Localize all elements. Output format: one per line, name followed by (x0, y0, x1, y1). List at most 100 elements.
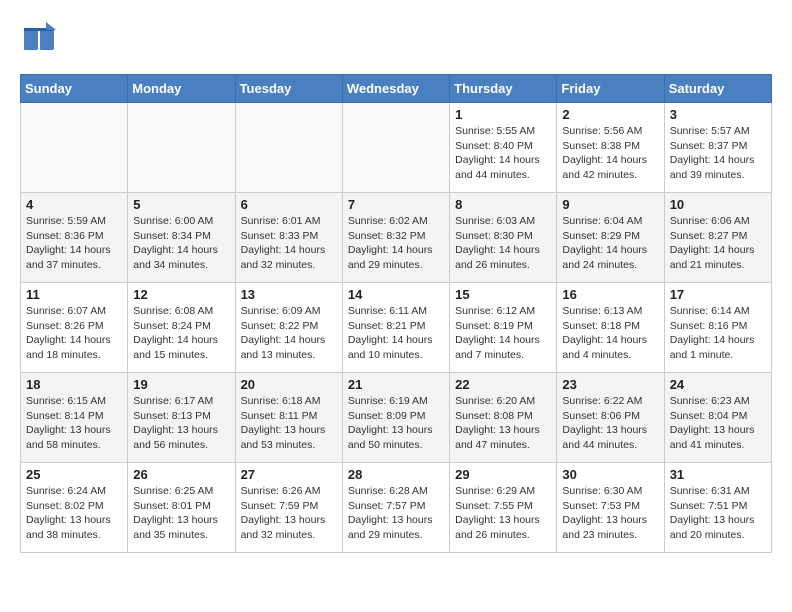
cell-content: Sunrise: 6:14 AM Sunset: 8:16 PM Dayligh… (670, 304, 766, 363)
cell-content: Sunrise: 6:28 AM Sunset: 7:57 PM Dayligh… (348, 484, 444, 543)
cell-content: Sunrise: 6:22 AM Sunset: 8:06 PM Dayligh… (562, 394, 658, 453)
day-number: 23 (562, 377, 658, 392)
day-number: 20 (241, 377, 337, 392)
calendar-week-0: 1Sunrise: 5:55 AM Sunset: 8:40 PM Daylig… (21, 103, 772, 193)
day-header-thursday: Thursday (450, 75, 557, 103)
calendar-cell (128, 103, 235, 193)
calendar-week-4: 25Sunrise: 6:24 AM Sunset: 8:02 PM Dayli… (21, 463, 772, 553)
calendar-cell: 21 Sunrise: 6:19 AM Sunset: 8:09 PM Dayli… (342, 373, 449, 463)
calendar-cell: 29 Sunrise: 6:29 AM Sunset: 7:55 PM Dayli… (450, 463, 557, 553)
calendar-cell: 30 Sunrise: 6:30 AM Sunset: 7:53 PM Dayli… (557, 463, 664, 553)
day-number: 24 (670, 377, 766, 392)
day-number: 5 (133, 197, 229, 212)
cell-content: Sunrise: 6:11 AM Sunset: 8:21 PM Dayligh… (348, 304, 444, 363)
day-number: 13 (241, 287, 337, 302)
calendar-cell: 13 Sunrise: 6:09 AM Sunset: 8:22 PM Dayli… (235, 283, 342, 373)
day-header-monday: Monday (128, 75, 235, 103)
calendar-cell: 20 Sunrise: 6:18 AM Sunset: 8:11 PM Dayli… (235, 373, 342, 463)
calendar-cell (21, 103, 128, 193)
day-number: 29 (455, 467, 551, 482)
cell-content: Sunrise: 6:29 AM Sunset: 7:55 PM Dayligh… (455, 484, 551, 543)
calendar-cell: 18 Sunrise: 6:15 AM Sunset: 8:14 PM Dayli… (21, 373, 128, 463)
day-header-tuesday: Tuesday (235, 75, 342, 103)
cell-content: Sunrise: 6:24 AM Sunset: 8:02 PM Dayligh… (26, 484, 122, 543)
calendar-cell: 17Sunrise: 6:14 AM Sunset: 8:16 PM Dayli… (664, 283, 771, 373)
day-number: 21 (348, 377, 444, 392)
calendar-cell: 27 Sunrise: 6:26 AM Sunset: 7:59 PM Dayli… (235, 463, 342, 553)
cell-content: Sunrise: 6:25 AM Sunset: 8:01 PM Dayligh… (133, 484, 229, 543)
day-number: 3 (670, 107, 766, 122)
day-number: 1 (455, 107, 551, 122)
calendar-cell: 8Sunrise: 6:03 AM Sunset: 8:30 PM Daylig… (450, 193, 557, 283)
day-number: 31 (670, 467, 766, 482)
day-number: 18 (26, 377, 122, 392)
calendar-cell: 11 Sunrise: 6:07 AM Sunset: 8:26 PM Dayli… (21, 283, 128, 373)
day-number: 22 (455, 377, 551, 392)
calendar-cell: 14 Sunrise: 6:11 AM Sunset: 8:21 PM Dayli… (342, 283, 449, 373)
day-number: 12 (133, 287, 229, 302)
day-number: 19 (133, 377, 229, 392)
calendar-cell: 6Sunrise: 6:01 AM Sunset: 8:33 PM Daylig… (235, 193, 342, 283)
cell-content: Sunrise: 6:13 AM Sunset: 8:18 PM Dayligh… (562, 304, 658, 363)
calendar-cell: 25Sunrise: 6:24 AM Sunset: 8:02 PM Dayli… (21, 463, 128, 553)
calendar-cell (342, 103, 449, 193)
day-number: 28 (348, 467, 444, 482)
day-number: 11 (26, 287, 122, 302)
day-header-saturday: Saturday (664, 75, 771, 103)
calendar-cell: 10 Sunrise: 6:06 AM Sunset: 8:27 PM Dayli… (664, 193, 771, 283)
logo-icon (20, 20, 58, 58)
calendar-cell: 24 Sunrise: 6:23 AM Sunset: 8:04 PM Dayli… (664, 373, 771, 463)
day-number: 26 (133, 467, 229, 482)
cell-content: Sunrise: 6:00 AM Sunset: 8:34 PM Dayligh… (133, 214, 229, 273)
day-number: 10 (670, 197, 766, 212)
calendar-header: SundayMondayTuesdayWednesdayThursdayFrid… (21, 75, 772, 103)
cell-content: Sunrise: 5:56 AM Sunset: 8:38 PM Dayligh… (562, 124, 658, 183)
calendar-cell: 19Sunrise: 6:17 AM Sunset: 8:13 PM Dayli… (128, 373, 235, 463)
cell-content: Sunrise: 6:18 AM Sunset: 8:11 PM Dayligh… (241, 394, 337, 453)
cell-content: Sunrise: 6:08 AM Sunset: 8:24 PM Dayligh… (133, 304, 229, 363)
day-number: 16 (562, 287, 658, 302)
cell-content: Sunrise: 6:30 AM Sunset: 7:53 PM Dayligh… (562, 484, 658, 543)
day-number: 9 (562, 197, 658, 212)
cell-content: Sunrise: 6:01 AM Sunset: 8:33 PM Dayligh… (241, 214, 337, 273)
calendar-cell: 22 Sunrise: 6:20 AM Sunset: 8:08 PM Dayli… (450, 373, 557, 463)
calendar-cell: 15 Sunrise: 6:12 AM Sunset: 8:19 PM Dayli… (450, 283, 557, 373)
day-header-wednesday: Wednesday (342, 75, 449, 103)
day-number: 27 (241, 467, 337, 482)
cell-content: Sunrise: 6:03 AM Sunset: 8:30 PM Dayligh… (455, 214, 551, 273)
calendar-cell: 28 Sunrise: 6:28 AM Sunset: 7:57 PM Dayli… (342, 463, 449, 553)
cell-content: Sunrise: 6:09 AM Sunset: 8:22 PM Dayligh… (241, 304, 337, 363)
calendar-cell: 5 Sunrise: 6:00 AM Sunset: 8:34 PM Daylig… (128, 193, 235, 283)
calendar-cell: 4 Sunrise: 5:59 AM Sunset: 8:36 PM Daylig… (21, 193, 128, 283)
calendar-cell: 7Sunrise: 6:02 AM Sunset: 8:32 PM Daylig… (342, 193, 449, 283)
cell-content: Sunrise: 6:07 AM Sunset: 8:26 PM Dayligh… (26, 304, 122, 363)
calendar-cell: 26 Sunrise: 6:25 AM Sunset: 8:01 PM Dayli… (128, 463, 235, 553)
calendar-week-3: 18 Sunrise: 6:15 AM Sunset: 8:14 PM Dayli… (21, 373, 772, 463)
cell-content: Sunrise: 6:26 AM Sunset: 7:59 PM Dayligh… (241, 484, 337, 543)
cell-content: Sunrise: 6:15 AM Sunset: 8:14 PM Dayligh… (26, 394, 122, 453)
calendar-cell: 2 Sunrise: 5:56 AM Sunset: 8:38 PM Daylig… (557, 103, 664, 193)
calendar-cell: 31 Sunrise: 6:31 AM Sunset: 7:51 PM Dayli… (664, 463, 771, 553)
day-number: 2 (562, 107, 658, 122)
calendar-cell: 3Sunrise: 5:57 AM Sunset: 8:37 PM Daylig… (664, 103, 771, 193)
cell-content: Sunrise: 6:23 AM Sunset: 8:04 PM Dayligh… (670, 394, 766, 453)
cell-content: Sunrise: 6:31 AM Sunset: 7:51 PM Dayligh… (670, 484, 766, 543)
day-number: 14 (348, 287, 444, 302)
cell-content: Sunrise: 6:12 AM Sunset: 8:19 PM Dayligh… (455, 304, 551, 363)
cell-content: Sunrise: 6:02 AM Sunset: 8:32 PM Dayligh… (348, 214, 444, 273)
calendar-cell: 1Sunrise: 5:55 AM Sunset: 8:40 PM Daylig… (450, 103, 557, 193)
calendar-week-1: 4 Sunrise: 5:59 AM Sunset: 8:36 PM Daylig… (21, 193, 772, 283)
cell-content: Sunrise: 5:59 AM Sunset: 8:36 PM Dayligh… (26, 214, 122, 273)
page-header (20, 20, 772, 58)
day-number: 4 (26, 197, 122, 212)
calendar-cell (235, 103, 342, 193)
cell-content: Sunrise: 6:19 AM Sunset: 8:09 PM Dayligh… (348, 394, 444, 453)
logo (20, 20, 62, 58)
cell-content: Sunrise: 6:20 AM Sunset: 8:08 PM Dayligh… (455, 394, 551, 453)
calendar-cell: 16 Sunrise: 6:13 AM Sunset: 8:18 PM Dayli… (557, 283, 664, 373)
day-header-friday: Friday (557, 75, 664, 103)
cell-content: Sunrise: 6:06 AM Sunset: 8:27 PM Dayligh… (670, 214, 766, 273)
day-number: 30 (562, 467, 658, 482)
day-number: 15 (455, 287, 551, 302)
calendar-cell: 23 Sunrise: 6:22 AM Sunset: 8:06 PM Dayli… (557, 373, 664, 463)
